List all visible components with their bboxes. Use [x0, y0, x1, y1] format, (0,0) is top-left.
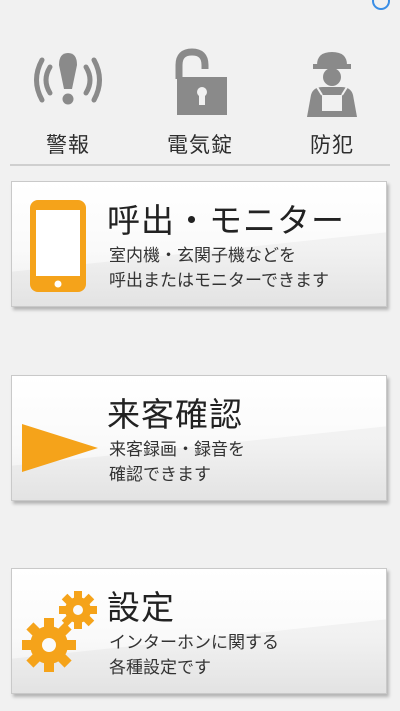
nav-item-crime-prevention[interactable]: 防犯 [277, 42, 387, 162]
nav-item-alarm[interactable]: 警報 [13, 42, 123, 162]
card-description-line: インターホンに関する [109, 633, 279, 653]
nav-item-label: 防犯 [310, 133, 354, 157]
card-title: 設定 [107, 588, 175, 627]
gears-icon [22, 591, 97, 672]
card-description-line: 来客録画・録音を [109, 440, 245, 460]
top-navigation: 警報 電気錠 防犯 [10, 42, 390, 166]
nav-item-label: 電気錠 [167, 133, 233, 157]
nav-item-label: 警報 [46, 133, 90, 157]
play-arrow-icon [22, 424, 98, 472]
card-description-line: 確認できます [109, 465, 211, 485]
card-title: 呼出・モニター [107, 201, 345, 240]
security-guard-icon [307, 52, 357, 117]
card-description-line: 各種設定です [109, 658, 211, 678]
card-description-line: 室内機・玄関子機などを [109, 246, 296, 266]
alarm-icon [34, 53, 102, 105]
card-description: 室内機・玄関子機などを 呼出またはモニターできます [109, 244, 329, 294]
status-bar [0, 0, 400, 12]
visitor-check-button[interactable]: 来客確認 来客録画・録音を 確認できます [11, 375, 387, 501]
unlock-icon [175, 48, 227, 115]
settings-button[interactable]: 設定 インターホンに関する 各種設定です [11, 568, 387, 694]
card-title: 来客確認 [107, 395, 243, 434]
status-indicator-icon [372, 0, 390, 10]
smartphone-icon [30, 200, 86, 292]
call-monitor-button[interactable]: 呼出・モニター 室内機・玄関子機などを 呼出またはモニターできます [11, 181, 387, 307]
card-description: インターホンに関する 各種設定です [109, 631, 279, 681]
card-description-line: 呼出またはモニターできます [109, 271, 329, 291]
card-description: 来客録画・録音を 確認できます [109, 438, 245, 488]
nav-item-electric-lock[interactable]: 電気錠 [145, 42, 255, 162]
